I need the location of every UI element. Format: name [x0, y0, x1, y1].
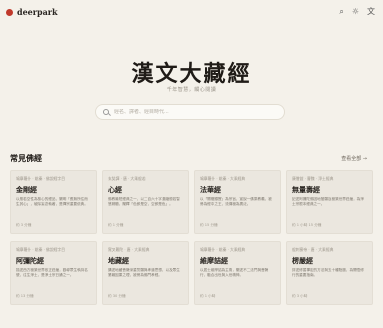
card-meta: 實叉難陀 · 唐 · 大乘經典	[108, 247, 150, 252]
search-input[interactable]	[114, 109, 274, 115]
card-description: 以居士維摩詰為主角，闡述不二法門與菩薩行，融合出世與入世精神。	[200, 268, 269, 277]
see-all-link[interactable]: 查看全部 →	[341, 155, 367, 162]
sutra-grid: 鳩摩羅什 · 姚秦 · 佛說經字目 金剛經 以般若空性為核心的經品，闡明「應無所…	[10, 170, 374, 305]
section-title: 常見佛經	[10, 153, 42, 163]
brand-name: deerpark	[17, 7, 58, 17]
card-description: 講述地藏菩薩深重誓願與孝道思想，以及眾生業報因果之理，被譽為佛門孝經。	[108, 268, 180, 277]
card-title: 維摩詰經	[200, 256, 228, 265]
deer-logo-icon	[6, 8, 13, 16]
card-title: 地藏經	[108, 256, 129, 265]
card-description: 記述阿彌陀佛因地發願及極樂世界莊嚴，為淨土宗根本經典之一。	[292, 197, 364, 206]
search-icon	[103, 109, 109, 115]
search-bar[interactable]	[95, 104, 285, 120]
sutra-card[interactable]: 玄奘譯 · 唐 · 大乘般若 心經 佛教最短經典之一，以二百六十字濃縮般若智慧精…	[102, 170, 189, 234]
card-title: 法華經	[200, 185, 221, 194]
card-reading-time: 約 13 分鐘	[16, 294, 34, 298]
sutra-card[interactable]: 鳩摩羅什 · 姚秦 · 佛說經字目 金剛經 以般若空性為核心的經品，闡明「應無所…	[10, 170, 97, 234]
card-reading-time: 約 1 小時 15 分鐘	[292, 223, 322, 227]
card-description: 佛教最短經典之一，以二百六十字濃縮般若智慧精髓，闡釋「色即是空，空即是色」。	[108, 197, 180, 206]
card-meta: 鳩摩羅什 · 姚秦 · 佛說經字目	[16, 176, 66, 181]
card-reading-time: 約 3 小時	[292, 294, 308, 298]
card-title: 無量壽經	[292, 185, 320, 194]
card-meta: 鳩摩羅什 · 姚秦 · 佛說經字目	[16, 247, 66, 252]
card-description: 以般若空性為核心的經品，闡明「應無所住而生其心」，破除妄念執著，是禪宗重要依典。	[16, 197, 88, 206]
sutra-card[interactable]: 實叉難陀 · 唐 · 大乘經典 地藏經 講述地藏菩薩深重誓願與孝道思想，以及眾生…	[102, 241, 189, 305]
card-description: 描述西方極樂世界依正莊嚴，勸導眾生執持名號，往生淨土，是淨土宗日誦之一。	[16, 268, 88, 277]
sutra-card[interactable]: 鳩摩羅什 · 姚秦 · 佛說經字目 阿彌陀經 描述西方極樂世界依正莊嚴，勸導眾生…	[10, 241, 97, 305]
translate-icon[interactable]: 文	[367, 7, 375, 16]
card-reading-time: 約 15 分鐘	[200, 223, 218, 227]
top-bar: deerpark ⌕ ☼ 文	[0, 0, 383, 24]
logo[interactable]: deerpark	[6, 7, 58, 17]
card-description: 以「開權顯實」為宗旨，宣說一佛乘教義，被譽為經中之王，流傳極為廣泛。	[200, 197, 272, 206]
card-title: 阿彌陀經	[16, 256, 44, 265]
top-icons: ⌕ ☼ 文	[339, 7, 375, 16]
card-title: 心經	[108, 185, 122, 194]
card-meta: 玄奘譯 · 唐 · 大乘般若	[108, 176, 146, 181]
card-reading-time: 約 30 分鐘	[108, 294, 126, 298]
card-meta: 鳩摩羅什 · 姚秦 · 大乘經典	[200, 247, 246, 252]
card-meta: 鳩摩羅什 · 姚秦 · 大乘經典	[200, 176, 246, 181]
search-icon[interactable]: ⌕	[339, 7, 343, 16]
card-description: 詳述修習禪定的方法與五十種陰魔，為開悟修行的重要指南。	[292, 268, 364, 277]
card-reading-time: 約 1 分鐘	[108, 223, 124, 227]
sun-icon[interactable]: ☼	[352, 7, 359, 16]
card-reading-time: 約 3 分鐘	[16, 223, 32, 227]
card-reading-time: 約 1 小時	[200, 294, 216, 298]
sutra-card[interactable]: 鳩摩羅什 · 姚秦 · 大乘經典 法華經 以「開權顯實」為宗旨，宣說一佛乘教義，…	[194, 170, 281, 234]
card-title: 楞嚴經	[292, 256, 313, 265]
hero-title: 漢文大藏經	[131, 61, 252, 87]
card-meta: 般刺蜜帝 · 唐 · 大乘經典	[292, 247, 334, 252]
sutra-card[interactable]: 般刺蜜帝 · 唐 · 大乘經典 楞嚴經 詳述修習禪定的方法與五十種陰魔，為開悟修…	[286, 241, 373, 305]
sutra-card[interactable]: 康僧鎧 · 曹魏 · 淨土經典 無量壽經 記述阿彌陀佛因地發願及極樂世界莊嚴，為…	[286, 170, 373, 234]
sutra-card[interactable]: 鳩摩羅什 · 姚秦 · 大乘經典 維摩詰經 以居士維摩詰為主角，闡述不二法門與菩…	[194, 241, 281, 305]
card-meta: 康僧鎧 · 曹魏 · 淨土經典	[292, 176, 334, 181]
card-title: 金剛經	[16, 185, 37, 194]
hero-subtitle: 千年智慧，觸心閱讀	[166, 87, 217, 93]
